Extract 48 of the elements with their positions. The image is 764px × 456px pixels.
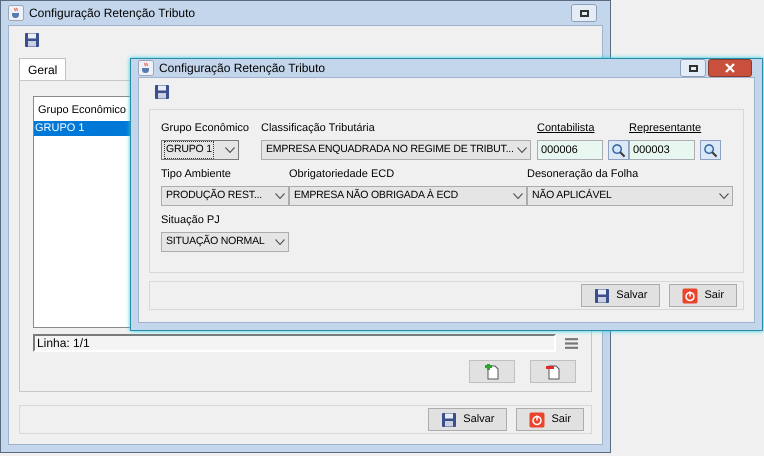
status-field: Linha: 1/1 bbox=[33, 334, 556, 352]
coffee-cup-icon bbox=[8, 5, 24, 21]
field-label: Obrigatoriedade ECD bbox=[289, 167, 394, 181]
field-link[interactable]: Representante bbox=[629, 121, 721, 135]
chevron-down-icon bbox=[225, 147, 235, 153]
remove-button[interactable] bbox=[530, 360, 576, 383]
remove-document-icon bbox=[545, 364, 561, 380]
window-title: Configuração Retenção Tributo bbox=[29, 5, 196, 22]
save-button[interactable]: Salvar bbox=[428, 408, 508, 431]
search-icon bbox=[703, 142, 718, 158]
chevron-down-icon bbox=[275, 239, 285, 245]
window-title: Configuração Retenção Tributo bbox=[159, 60, 326, 77]
dropdown[interactable]: GRUPO 1 bbox=[161, 140, 239, 160]
restore-button[interactable] bbox=[680, 59, 706, 77]
dropdown[interactable]: SITUAÇÃO NORMAL bbox=[161, 232, 289, 252]
column-header: Grupo Econômico bbox=[37, 103, 128, 118]
exit-button[interactable]: Sair bbox=[669, 284, 737, 307]
add-button[interactable] bbox=[469, 360, 515, 383]
tab[interactable]: Geral bbox=[19, 58, 66, 80]
dropdown[interactable]: PRODUÇÃO REST... bbox=[161, 186, 289, 206]
close-icon bbox=[725, 63, 735, 73]
chevron-down-icon bbox=[275, 193, 285, 199]
menu-icon bbox=[565, 338, 578, 348]
exit-button[interactable]: Sair bbox=[516, 408, 584, 431]
power-icon bbox=[529, 412, 546, 428]
restore-button[interactable] bbox=[571, 4, 597, 22]
chevron-down-icon bbox=[719, 193, 729, 199]
power-icon bbox=[682, 288, 698, 304]
chevron-down-icon bbox=[513, 193, 523, 199]
chevron-down-icon bbox=[517, 147, 527, 153]
search-button[interactable] bbox=[700, 140, 721, 160]
code-field[interactable]: 000003 bbox=[629, 140, 695, 160]
code-field[interactable]: 000006 bbox=[537, 140, 603, 160]
search-icon bbox=[611, 142, 626, 158]
field-link[interactable]: Contabilista bbox=[537, 121, 629, 135]
field-label: Desoneração da Folha bbox=[527, 167, 638, 181]
dropdown[interactable]: EMPRESA NÃO OBRIGADA À ECD bbox=[289, 186, 527, 206]
field-label: Situação PJ bbox=[161, 213, 220, 227]
search-button[interactable] bbox=[608, 140, 629, 160]
field-label: Tipo Ambiente bbox=[161, 167, 231, 181]
add-document-icon bbox=[484, 364, 500, 380]
save-button[interactable]: Salvar bbox=[581, 284, 660, 307]
dropdown[interactable]: NÃO APLICÁVEL bbox=[527, 186, 733, 206]
field-label: Classificação Tributária bbox=[261, 121, 375, 135]
list-row[interactable]: GRUPO 1 bbox=[34, 121, 130, 136]
dropdown[interactable]: EMPRESA ENQUADRADA NO REGIME DE TRIBUT... bbox=[261, 140, 531, 160]
field-label: Grupo Econômico bbox=[161, 121, 250, 135]
close-button[interactable] bbox=[708, 59, 752, 77]
